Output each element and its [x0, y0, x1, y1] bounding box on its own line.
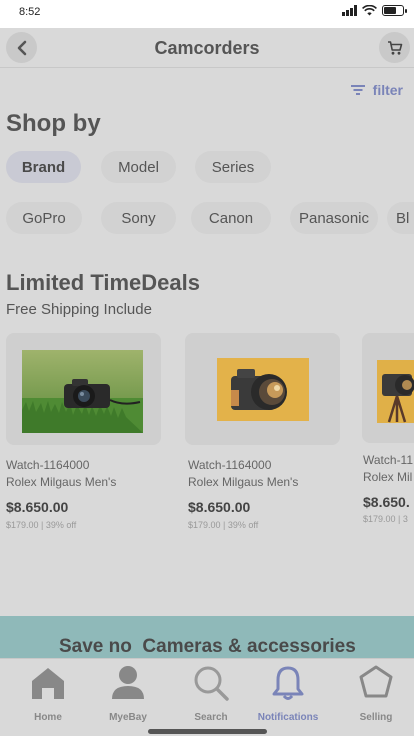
- product-sku: Watch-11: [363, 453, 414, 467]
- brand-chip-canon[interactable]: Canon: [191, 202, 271, 234]
- product-sku: Watch-1164000: [6, 458, 90, 472]
- product-thumbnail: [185, 333, 340, 445]
- shop-by-heading: Shop by: [6, 110, 101, 137]
- brand-chip-gopro[interactable]: GoPro: [6, 202, 82, 234]
- product-price: $8.650.00: [188, 499, 251, 515]
- product-name: Rolex Milgaus Men's: [188, 475, 299, 489]
- tab-series[interactable]: Series: [195, 151, 271, 183]
- promo-banner[interactable]: Save no Cameras & accessories: [0, 616, 414, 658]
- home-indicator: [148, 729, 267, 734]
- camera-tripod-image: [377, 360, 414, 423]
- system-indicators: [342, 5, 407, 16]
- tab-selling[interactable]: Selling: [341, 665, 411, 723]
- product-old-price: $179.00 | 39% off: [188, 520, 259, 530]
- product-name: Rolex Mil: [363, 470, 413, 484]
- product-old-price: $179.00 | 39% off: [6, 520, 77, 530]
- tab-label: Search: [194, 712, 228, 723]
- status-bar: 8:52: [0, 0, 414, 28]
- user-icon: [112, 666, 144, 699]
- battery-icon: [382, 5, 407, 16]
- cart-icon: [387, 40, 402, 55]
- product-name: Rolex Milgaus Men's: [6, 475, 117, 489]
- brand-chip-partial[interactable]: Bl: [387, 202, 414, 234]
- wifi-icon: [362, 5, 377, 16]
- brand-chips: GoPro Sony Canon Panasonic Bl: [0, 202, 414, 234]
- filter-button[interactable]: filter: [350, 82, 403, 98]
- tab-brand[interactable]: Brand: [6, 151, 81, 183]
- product-price: $8.650.: [363, 494, 410, 510]
- cart-button[interactable]: [379, 32, 410, 63]
- filter-lines-icon: [350, 85, 365, 95]
- status-time: 8:52: [19, 6, 41, 18]
- product-card[interactable]: Watch-11 Rolex Mil $8.650. $179.00 | 3: [362, 333, 414, 533]
- tab-search[interactable]: Search: [176, 665, 246, 723]
- bell-icon: [272, 666, 304, 700]
- tab-label: Selling: [359, 712, 393, 723]
- tab-myebay[interactable]: MyeBay: [93, 665, 163, 723]
- tab-model[interactable]: Model: [101, 151, 176, 183]
- product-thumbnail: [6, 333, 161, 445]
- app-bar: Camcorders: [0, 28, 414, 68]
- camera-on-grass-image: [22, 350, 143, 433]
- product-thumbnail: [362, 333, 414, 443]
- tab-home[interactable]: Home: [13, 665, 83, 723]
- page-title: Camcorders: [154, 38, 260, 58]
- shop-by-tabs: Brand Model Series: [0, 151, 414, 183]
- product-old-price: $179.00 | 3: [363, 514, 408, 524]
- tab-label: MyeBay: [109, 712, 147, 723]
- camera-yellow-bg-image: [217, 358, 309, 421]
- tab-notifications[interactable]: Notifications: [253, 665, 323, 723]
- brand-chip-sony[interactable]: Sony: [101, 202, 176, 234]
- signal-icon: [342, 5, 357, 16]
- brand-chip-panasonic[interactable]: Panasonic: [290, 202, 378, 234]
- bottom-tab-bar: Home MyeBay Search Notifications Selling: [0, 658, 414, 736]
- filter-label: filter: [372, 82, 403, 98]
- tab-label: Notifications: [257, 712, 319, 723]
- tab-label: Home: [34, 712, 62, 723]
- tag-icon: [359, 665, 393, 698]
- deals-subheading: Free Shipping Include: [6, 301, 152, 318]
- promo-banner-text: Save no Cameras & accessories: [59, 636, 356, 657]
- product-sku: Watch-1164000: [188, 458, 272, 472]
- product-card[interactable]: Watch-1164000 Rolex Milgaus Men's $8.650…: [6, 333, 166, 533]
- deals-heading: Limited TimeDeals: [6, 270, 200, 295]
- search-icon: [194, 666, 229, 701]
- product-price: $8.650.00: [6, 499, 69, 515]
- home-icon: [32, 668, 64, 699]
- product-card[interactable]: Watch-1164000 Rolex Milgaus Men's $8.650…: [185, 333, 345, 533]
